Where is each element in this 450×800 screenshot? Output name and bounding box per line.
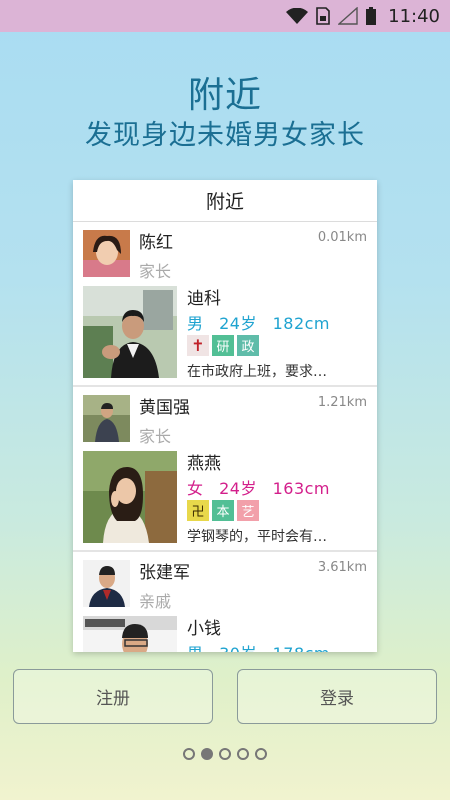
login-button[interactable]: 登录	[237, 669, 437, 724]
child-height: 163cm	[272, 479, 330, 498]
child-gender: 男	[187, 644, 204, 652]
list-item[interactable]: 陈红 家长 0.01km 迪科 男 24岁 182cm ✝ 研 政 在市政府上班…	[73, 222, 377, 387]
child-age: 24岁	[219, 314, 257, 333]
distance-label: 1.21km	[317, 395, 367, 410]
child-description: 学钢琴的，平时会有…	[187, 529, 327, 545]
child-photo	[83, 286, 177, 378]
tag-list: ✝ 研 政	[187, 335, 259, 356]
child-name: 燕燕	[187, 454, 221, 474]
parent-avatar	[83, 395, 130, 442]
status-bar: 11:40	[0, 0, 450, 32]
hero-title: 附近	[187, 75, 262, 116]
child-stats: 男 24岁 182cm	[187, 310, 340, 334]
list-item[interactable]: 黄国强 家长 1.21km 燕燕 女 24岁 163cm 卍 本 艺 学钢琴的，…	[73, 387, 377, 552]
hero-subtitle: 发现身边未婚男女家长	[85, 120, 365, 151]
child-name: 小钱	[187, 619, 221, 639]
education-tag: 本	[212, 500, 234, 521]
education-tag: 研	[212, 335, 234, 356]
child-gender: 男	[187, 314, 204, 333]
occupation-tag: 艺	[237, 500, 259, 521]
child-photo	[83, 616, 177, 652]
parent-avatar	[83, 560, 130, 607]
page-dot[interactable]	[219, 748, 231, 760]
parent-name: 陈红	[139, 233, 173, 253]
child-name: 迪科	[187, 289, 221, 309]
tag-list: 卍 本 艺	[187, 500, 259, 521]
sim-card-icon	[316, 7, 330, 25]
parent-name: 黄国强	[139, 398, 190, 418]
child-age: 24岁	[219, 479, 257, 498]
child-stats: 男 30岁 178cm	[187, 640, 340, 652]
nearby-preview-card: 附近 陈红 家长 0.01km 迪科 男 24岁 182cm ✝ 研 政 在市政…	[73, 180, 377, 652]
religion-tag: 卍	[187, 500, 209, 521]
page-dot[interactable]	[237, 748, 249, 760]
parent-avatar	[83, 230, 130, 277]
religion-tag: ✝	[187, 335, 209, 356]
page-dot-active[interactable]	[201, 748, 213, 760]
battery-icon	[366, 7, 377, 25]
register-button[interactable]: 注册	[13, 669, 213, 724]
parent-name: 张建军	[139, 563, 190, 583]
distance-label: 3.61km	[317, 560, 367, 575]
child-description: 在市政府上班，要求…	[187, 364, 327, 380]
child-height: 182cm	[272, 314, 330, 333]
page-indicator	[0, 748, 450, 760]
clock: 11:40	[388, 5, 440, 27]
list-item[interactable]: 张建军 亲戚 3.61km 小钱 男 30岁 178cm	[73, 552, 377, 652]
page-dot[interactable]	[255, 748, 267, 760]
parent-role: 家长	[139, 262, 172, 281]
parent-role: 亲戚	[139, 592, 172, 611]
card-header: 附近	[73, 180, 377, 222]
child-age: 30岁	[219, 644, 257, 652]
child-gender: 女	[187, 479, 204, 498]
occupation-tag: 政	[237, 335, 259, 356]
child-stats: 女 24岁 163cm	[187, 475, 340, 499]
page-dot[interactable]	[183, 748, 195, 760]
wifi-icon	[286, 8, 309, 24]
child-height: 178cm	[273, 644, 330, 652]
signal-icon	[338, 7, 358, 25]
child-photo	[83, 451, 177, 543]
distance-label: 0.01km	[317, 230, 367, 245]
parent-role: 家长	[139, 427, 172, 446]
